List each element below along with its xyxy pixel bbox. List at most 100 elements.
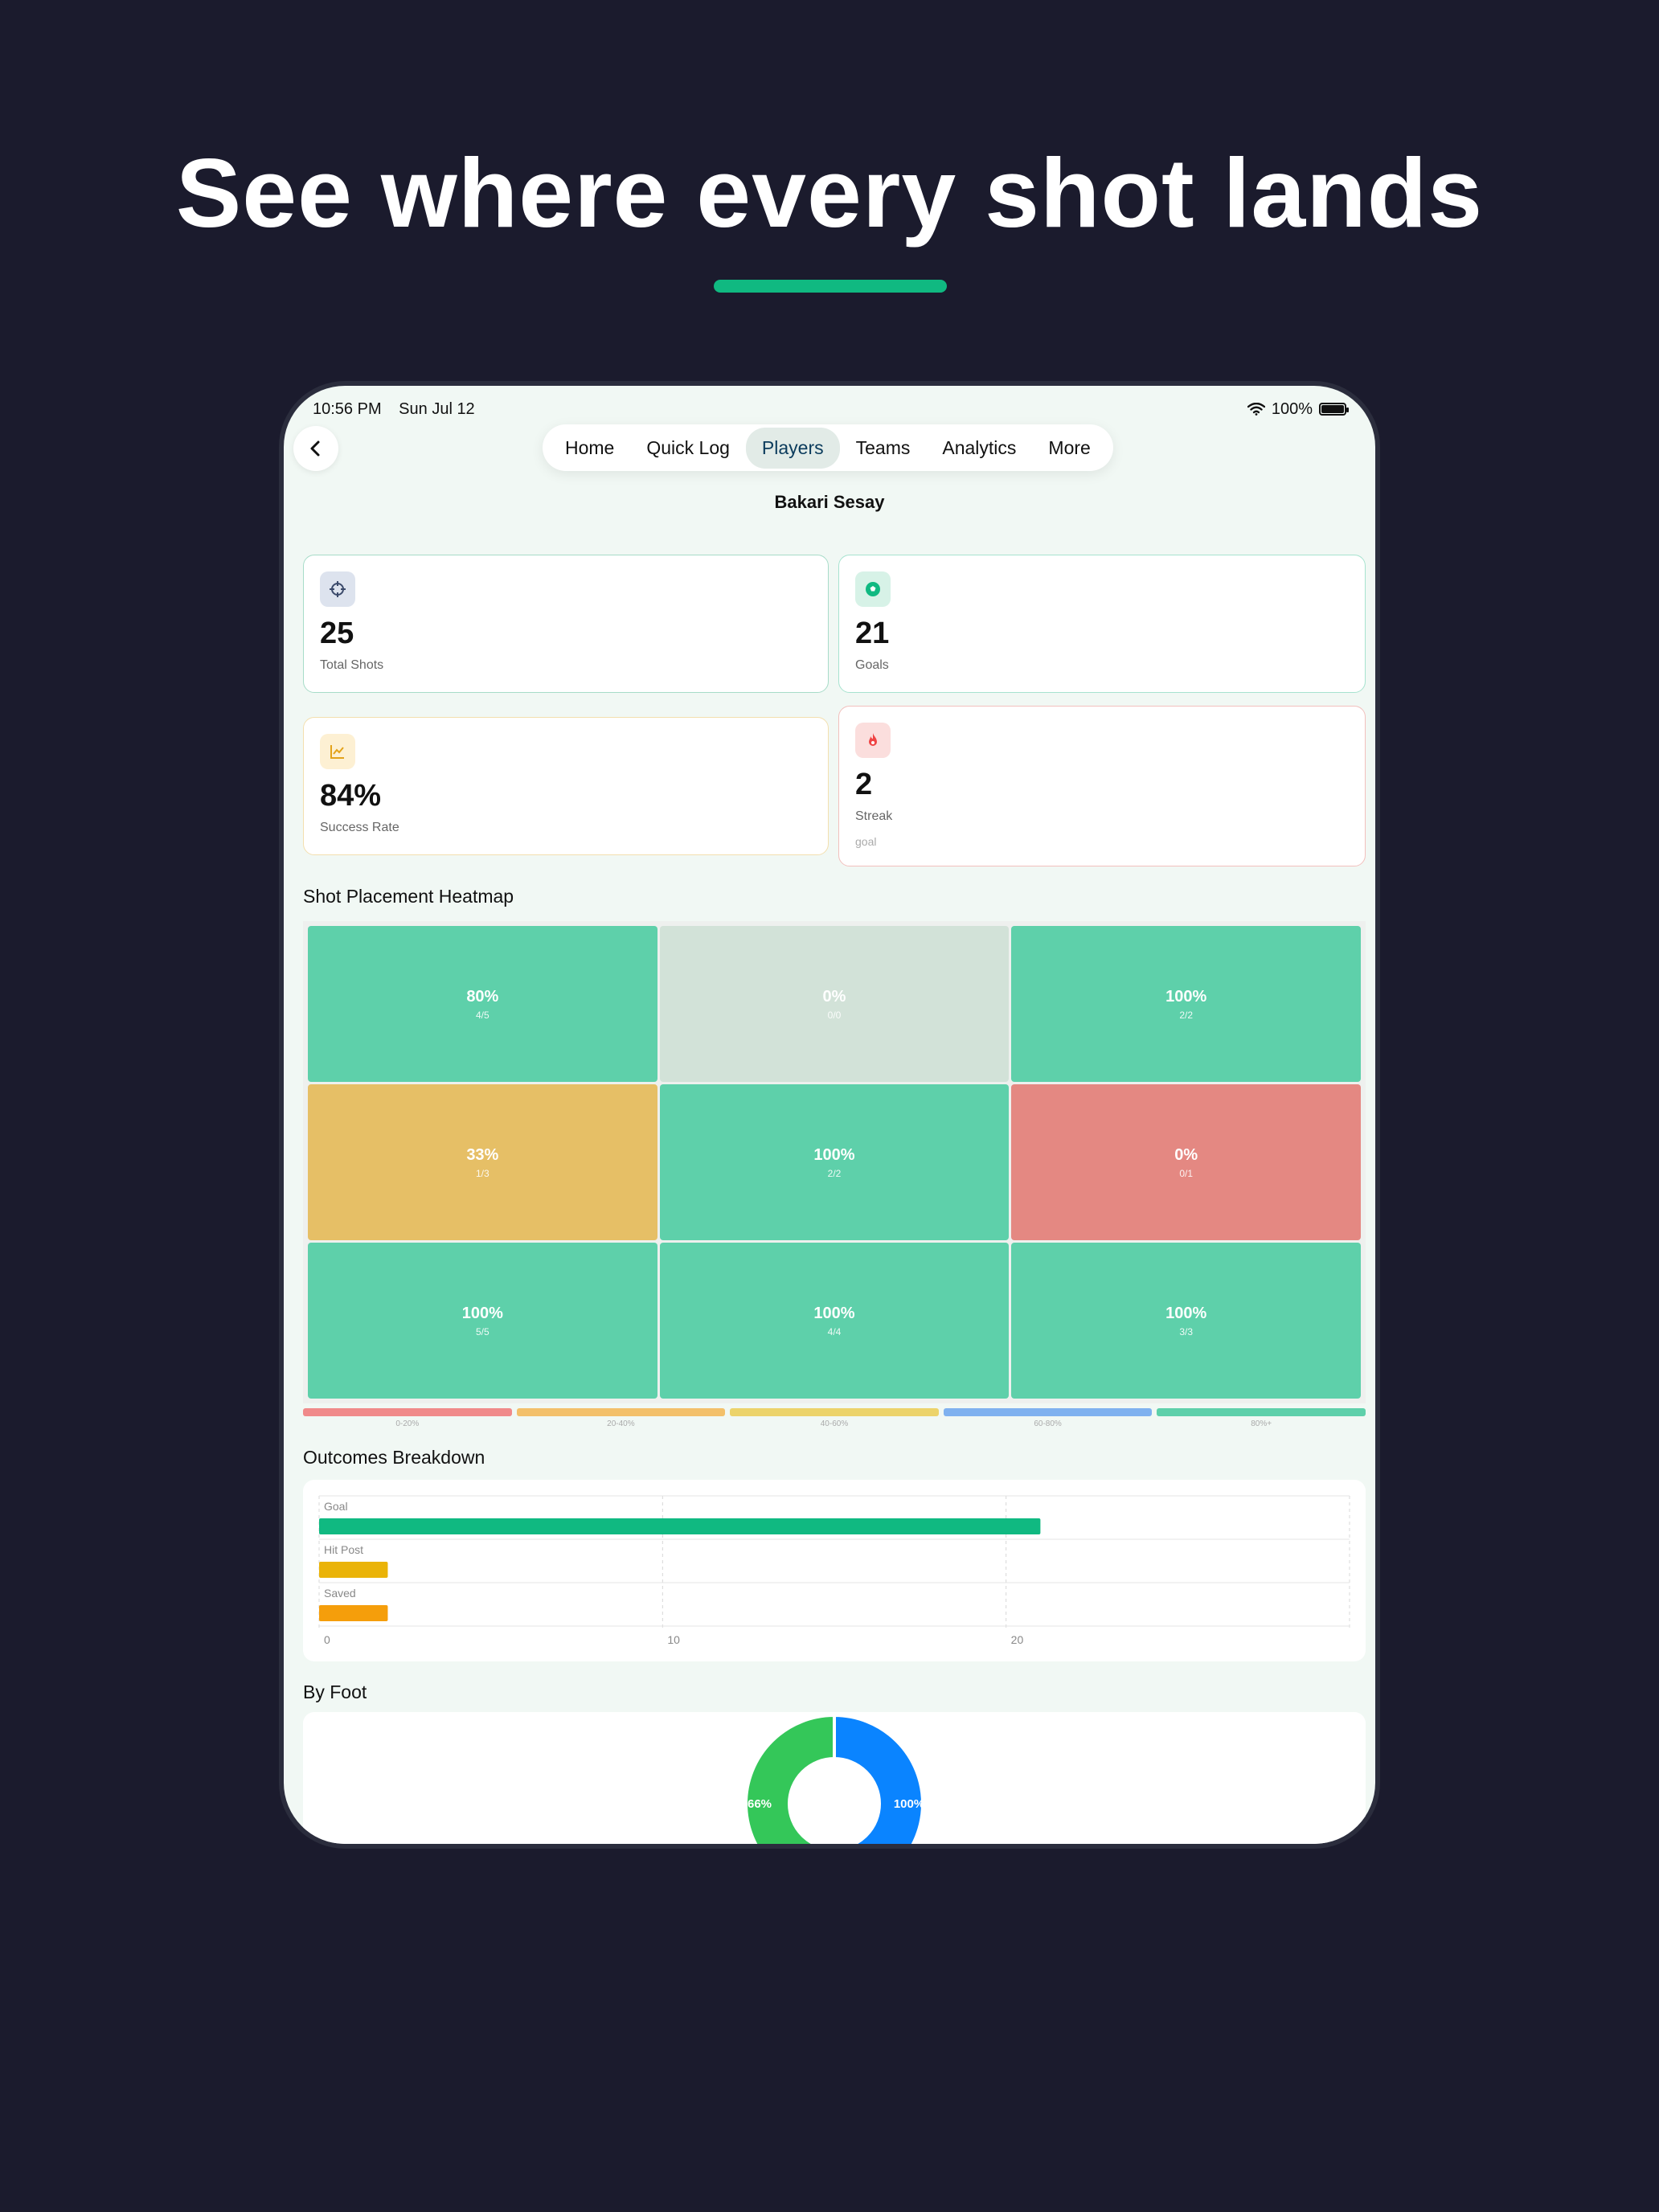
battery-icon	[1319, 403, 1349, 416]
heatmap-cell-count: 4/5	[475, 1009, 490, 1021]
heatmap-cell-percent: 0%	[822, 987, 846, 1006]
headline-underline	[714, 280, 947, 293]
heatmap-cell-percent: 100%	[813, 1304, 855, 1322]
legend-item: 20-40%	[516, 1408, 726, 1428]
outcomes-chart-card: 0 10 20 Goal Hit Post Saved	[303, 1480, 1366, 1661]
legend-item: 80%+	[1157, 1408, 1366, 1428]
heatmap-cell[interactable]: 100% 2/2	[1011, 926, 1361, 1082]
heatmap-cell[interactable]: 0% 0/1	[1011, 1084, 1361, 1240]
heatmap-cell[interactable]: 100% 3/3	[1011, 1243, 1361, 1399]
x-tick-label: 20	[1011, 1633, 1024, 1646]
by-foot-chart: 66% 100%	[744, 1713, 924, 1844]
back-button[interactable]	[293, 426, 338, 471]
streak-sublabel: goal	[855, 835, 877, 848]
goals-card: 21 Goals	[838, 555, 1366, 693]
soccer-ball-icon	[855, 571, 891, 607]
heatmap-cell[interactable]: 100% 4/4	[659, 1243, 1010, 1399]
status-time: 10:56 PM	[313, 399, 382, 418]
heatmap-cell-count: 0/1	[1179, 1167, 1193, 1179]
bar-category-label: Saved	[324, 1587, 356, 1600]
heatmap-cell-count: 5/5	[475, 1325, 490, 1337]
heatmap-cell-count: 2/2	[1179, 1009, 1193, 1021]
heatmap-cell[interactable]: 0% 0/0	[659, 926, 1010, 1082]
heatmap-cell-percent: 100%	[1165, 987, 1207, 1006]
bar-category-label: Hit Post	[324, 1543, 363, 1556]
success-rate-value: 84%	[320, 779, 382, 813]
heatmap-cell[interactable]: 33% 1/3	[308, 1084, 657, 1240]
outcome-bar	[319, 1605, 388, 1621]
heatmap-cell-count: 4/4	[827, 1325, 842, 1337]
streak-card: 2 Streak goal	[838, 706, 1366, 866]
trend-up-icon	[320, 734, 355, 769]
shot-heatmap: 80% 4/5 0% 0/0 100% 2/2 33% 1/3 100% 2/2 0% 0/1 100%…	[303, 921, 1366, 1403]
legend-label: 0-20%	[395, 1419, 420, 1428]
heatmap-legend: 0-20% 20-40% 40-60% 60-80% 80%+	[303, 1408, 1366, 1428]
tab-bar: Home Quick Log Players Teams Analytics M…	[543, 424, 1113, 471]
outcome-bar	[319, 1518, 1041, 1534]
status-bar: 10:56 PM Sun Jul 12 100%	[313, 397, 1349, 421]
heatmap-cell-count: 2/2	[827, 1167, 842, 1179]
tab-quick-log[interactable]: Quick Log	[630, 428, 746, 469]
legend-item: 40-60%	[730, 1408, 939, 1428]
legend-item: 60-80%	[943, 1408, 1153, 1428]
donut-slice[interactable]	[833, 1713, 924, 1844]
app-screen: 10:56 PM Sun Jul 12 100% Home Quick Log …	[284, 386, 1375, 1844]
legend-swatch	[943, 1408, 1153, 1416]
by-foot-chart-card: 66% 100%	[303, 1712, 1366, 1844]
battery-percent: 100%	[1271, 399, 1313, 418]
legend-label: 40-60%	[820, 1419, 849, 1428]
x-tick-label: 0	[324, 1633, 330, 1646]
heatmap-cell[interactable]: 80% 4/5	[308, 926, 657, 1082]
legend-label: 80%+	[1251, 1419, 1272, 1428]
heatmap-cell[interactable]: 100% 2/2	[659, 1084, 1010, 1240]
goals-value: 21	[855, 616, 890, 650]
flame-icon	[855, 723, 891, 758]
heatmap-cell-percent: 100%	[461, 1304, 503, 1322]
by-foot-title: By Foot	[303, 1682, 367, 1702]
heatmap-cell-percent: 100%	[813, 1145, 855, 1164]
heatmap-cell-count: 3/3	[1179, 1325, 1193, 1337]
legend-swatch	[730, 1408, 939, 1416]
tab-players[interactable]: Players	[745, 427, 840, 469]
donut-slice-label: 100%	[894, 1797, 924, 1811]
tablet-frame: 10:56 PM Sun Jul 12 100% Home Quick Log …	[279, 381, 1380, 1849]
tab-analytics[interactable]: Analytics	[926, 428, 1032, 469]
legend-item: 0-20%	[303, 1408, 512, 1428]
tab-home[interactable]: Home	[549, 428, 630, 469]
tab-teams[interactable]: Teams	[840, 428, 927, 469]
player-name: Bakari Sesay	[774, 492, 885, 512]
bar-category-label: Goal	[324, 1500, 348, 1513]
chevron-left-icon	[310, 440, 320, 457]
total-shots-value: 25	[320, 616, 354, 650]
heatmap-title: Shot Placement Heatmap	[303, 886, 514, 907]
total-shots-label: Total Shots	[320, 658, 384, 672]
outcomes-title: Outcomes Breakdown	[303, 1447, 485, 1468]
success-rate-card: 84% Success Rate	[303, 717, 829, 855]
legend-label: 60-80%	[1034, 1419, 1062, 1428]
legend-swatch	[1157, 1408, 1366, 1416]
heatmap-cell-percent: 100%	[1165, 1304, 1207, 1322]
legend-swatch	[303, 1408, 512, 1416]
crosshair-icon	[320, 571, 355, 607]
total-shots-card: 25 Total Shots	[303, 555, 829, 693]
success-rate-label: Success Rate	[320, 821, 399, 834]
heatmap-cell-count: 1/3	[475, 1167, 490, 1179]
donut-slice[interactable]	[744, 1713, 836, 1844]
wifi-icon	[1247, 403, 1265, 416]
outcomes-chart: 0 10 20 Goal Hit Post Saved	[318, 1495, 1350, 1646]
headline: See where every shot lands	[175, 138, 1484, 248]
x-tick-label: 10	[667, 1633, 680, 1646]
heatmap-cell-percent: 33%	[466, 1145, 499, 1164]
outcome-bar	[319, 1562, 388, 1578]
tab-more[interactable]: More	[1032, 428, 1106, 469]
heatmap-cell-percent: 80%	[466, 987, 499, 1006]
heatmap-cell-percent: 0%	[1174, 1145, 1198, 1164]
goals-label: Goals	[855, 658, 889, 672]
legend-label: 20-40%	[607, 1419, 635, 1428]
streak-value: 2	[855, 768, 873, 801]
status-date: Sun Jul 12	[399, 399, 475, 418]
heatmap-cell-count: 0/0	[827, 1009, 842, 1021]
heatmap-cell[interactable]: 100% 5/5	[308, 1243, 657, 1399]
donut-slice-label: 66%	[748, 1797, 772, 1811]
streak-label: Streak	[855, 809, 893, 823]
